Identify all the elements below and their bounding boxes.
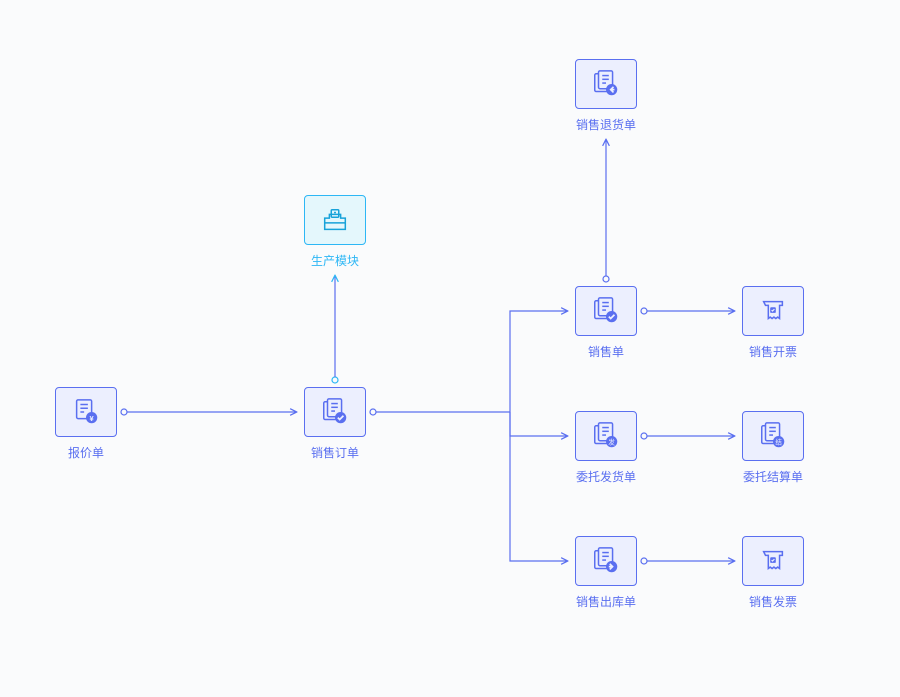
node-box[interactable] <box>742 536 804 586</box>
doc-fa-icon: 发 <box>591 421 621 451</box>
doc-check-icon <box>320 397 350 427</box>
node-label: 销售单 <box>575 343 637 360</box>
doc-left-icon <box>591 69 621 99</box>
node-box[interactable] <box>575 59 637 109</box>
node-box[interactable] <box>304 387 366 437</box>
node-box[interactable] <box>742 286 804 336</box>
svg-text:发: 发 <box>608 437 615 446</box>
node-invoice-out[interactable]: 销售开票 <box>742 286 804 360</box>
node-return[interactable]: 销售退货单 <box>575 59 637 133</box>
node-box[interactable] <box>304 195 366 245</box>
node-label: 销售开票 <box>742 343 804 360</box>
node-box[interactable]: ¥ <box>55 387 117 437</box>
node-label: 销售出库单 <box>575 593 637 610</box>
node-outbound[interactable]: 销售出库单 <box>575 536 637 610</box>
node-label: 报价单 <box>55 444 117 461</box>
node-label: 销售发票 <box>742 593 804 610</box>
receipt-check-icon <box>758 296 788 326</box>
node-box[interactable]: 发 <box>575 411 637 461</box>
doc-yen-icon: ¥ <box>71 397 101 427</box>
doc-check-icon <box>591 296 621 326</box>
node-label: 委托发货单 <box>575 468 637 485</box>
node-label: 销售退货单 <box>575 116 637 133</box>
node-box[interactable]: 结 <box>742 411 804 461</box>
node-label: 销售订单 <box>304 444 366 461</box>
node-production[interactable]: 生产模块 <box>304 195 366 269</box>
flowchart-canvas: ¥ 报价单 销售订单 生产模块 销售退货单 <box>0 0 900 697</box>
node-invoice[interactable]: 销售发票 <box>742 536 804 610</box>
doc-right-icon <box>591 546 621 576</box>
node-consign[interactable]: 发 委托发货单 <box>575 411 637 485</box>
node-label: 委托结算单 <box>742 468 804 485</box>
node-consign-settle[interactable]: 结 委托结算单 <box>742 411 804 485</box>
svg-text:结: 结 <box>775 437 782 446</box>
node-box[interactable] <box>575 536 637 586</box>
node-label: 生产模块 <box>304 252 366 269</box>
node-quote[interactable]: ¥ 报价单 <box>55 387 117 461</box>
node-sales-slip[interactable]: 销售单 <box>575 286 637 360</box>
receipt-check-icon <box>758 546 788 576</box>
doc-jie-icon: 结 <box>758 421 788 451</box>
node-sales-order[interactable]: 销售订单 <box>304 387 366 461</box>
node-box[interactable] <box>575 286 637 336</box>
module-icon <box>320 205 350 235</box>
